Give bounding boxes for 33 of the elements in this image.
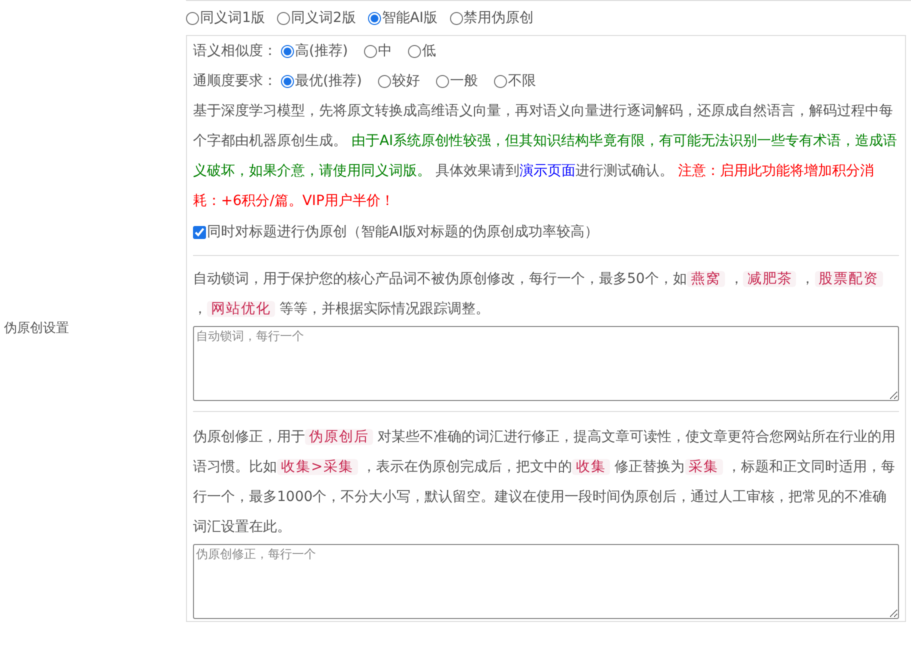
option-radio[interactable] — [494, 74, 507, 88]
field-label: 通顺度要求： — [193, 72, 277, 90]
option-radio[interactable] — [364, 44, 377, 58]
option-label: 不限 — [508, 72, 536, 90]
mode-radio[interactable] — [276, 12, 290, 24]
lock-words-field[interactable]: 自动锁词，每行一个 — [193, 326, 899, 401]
option-label: 高(推荐) — [295, 42, 348, 60]
correction-description: 伪原创修正，用于 伪原创后 对某些不准确的词汇进行修正，提高文章可读性，使文章更符合您网站所在行业的用语习惯。比如 收集>采集 ，表示在伪原创完成后，把文中的 收集 修正替换为 采集 ，标题和正文同时适用，每行一个，最多1000个，不分大小写，默认留空。建议在使用一段时间伪原创后，通过人工审核，把常见的不准确词汇设置在此。 — [193, 428, 896, 537]
option-radio[interactable] — [281, 74, 294, 88]
ai-description: 基于深度学习模型，先将原文转换成高维语义向量，再对语义向量进行逐词解码，还原成自然语言，解码过程中每个字都由机器原创生成。 由于AI系统原创性较强，但其知识结构毕竟有限，有可能无法识别一些专有术语，造成语义破坏，如果介意，请使用同义词版。 具体效果请到演示页面进行测试确认。 注意：启用此功能将增加积分消耗：+6积分/篇。VIP用户半价！ — [193, 102, 898, 211]
option-label: 低 — [422, 42, 436, 60]
correction-field[interactable]: 伪原创修正，每行一个 — [193, 544, 899, 619]
lock-words-description: 自动锁词，用于保护您的核心产品词不被伪原创修改，每行一个，最多50个，如 燕窝 ， 减肥茶 ， 股票配资 ， 网站优化 等等，并根据实际情况跟踪调整。 — [193, 264, 899, 324]
mode-radio[interactable] — [368, 12, 381, 24]
option-label: 较好 — [392, 72, 420, 90]
checkbox[interactable] — [193, 226, 206, 238]
checkbox-label: 同时对标题进行伪原创（智能AI版对标题的伪原创成功率较高） — [207, 222, 599, 242]
field-label: 语义相似度： — [193, 42, 277, 60]
option-label: 智能AI版 — [382, 8, 438, 28]
demo-page-link[interactable]: 演示页面 — [519, 163, 576, 179]
option-label: 禁用伪原创 — [464, 8, 534, 28]
option-label: 最优(推荐) — [295, 72, 362, 90]
option-label: 同义词1版 — [200, 8, 265, 28]
option-label: 同义词2版 — [290, 8, 356, 28]
option-label: 中 — [378, 42, 392, 60]
option-radio[interactable] — [436, 74, 449, 88]
option-radio[interactable] — [378, 74, 391, 88]
option-radio[interactable] — [281, 44, 294, 58]
mode-radio[interactable] — [186, 12, 199, 24]
option-radio[interactable] — [408, 44, 421, 58]
mode-radio[interactable] — [450, 12, 463, 24]
option-label: 一般 — [450, 72, 478, 90]
section-label: 伪原创设置 — [4, 320, 69, 338]
